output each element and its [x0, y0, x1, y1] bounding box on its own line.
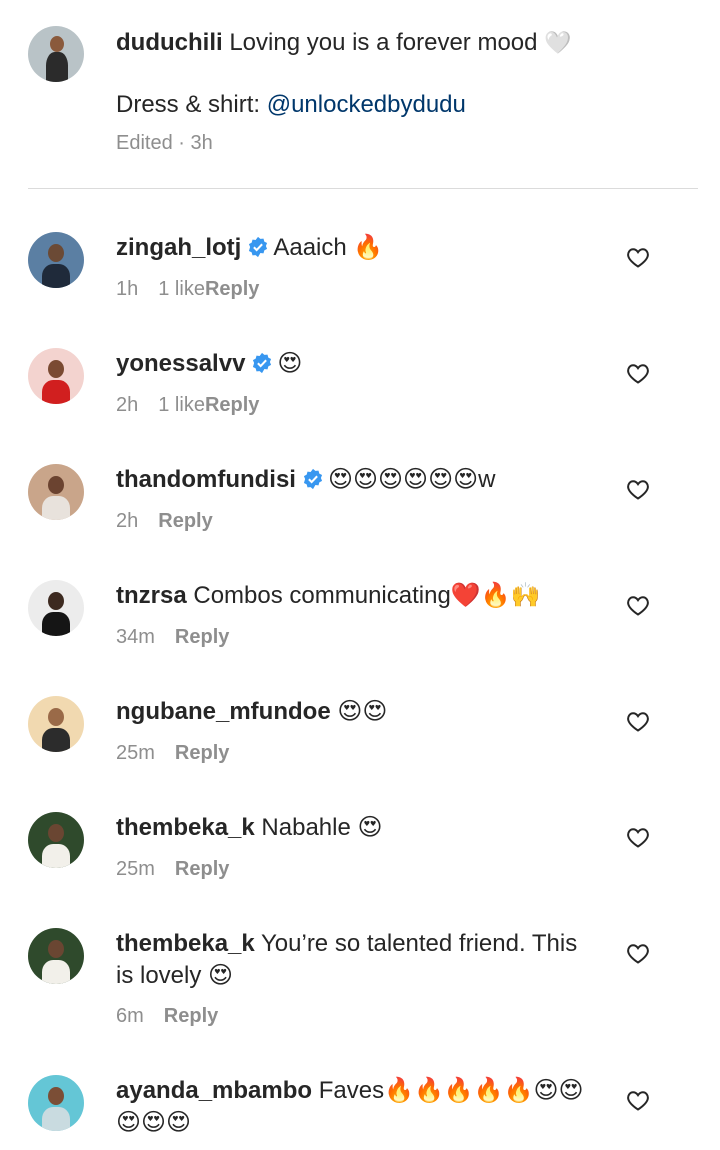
- comment-meta: 25m Reply: [116, 858, 229, 881]
- comment-time: 2h: [116, 510, 139, 532]
- comment-text: thandomfundisi 😍😍😍😍😍😍w: [116, 464, 596, 496]
- divider: [28, 188, 698, 189]
- comment-meta: 2h 1 likeReply: [116, 394, 259, 417]
- comment-row: thandomfundisi 😍😍😍😍😍😍w 2h Reply: [0, 464, 720, 574]
- caption-username[interactable]: duduchili: [116, 29, 223, 56]
- avatar[interactable]: [28, 696, 84, 752]
- comment-time: 2h: [116, 394, 139, 416]
- comment-row: tnzrsa Combos communicating❤️🔥🙌 34m Reply: [0, 580, 720, 690]
- comment-username[interactable]: thandomfundisi: [116, 466, 296, 493]
- comment-row: zingah_lotj Aaaich 🔥 1h 1 likeReply: [0, 232, 720, 342]
- verified-badge-icon: [303, 468, 323, 490]
- heart-outline-icon[interactable]: [626, 362, 650, 384]
- heart-outline-icon[interactable]: [626, 710, 650, 732]
- reply-button[interactable]: Reply: [164, 1005, 218, 1028]
- avatar[interactable]: [28, 348, 84, 404]
- avatar[interactable]: [28, 580, 84, 636]
- comment-username[interactable]: thembeka_k: [116, 930, 255, 957]
- comment-time: 34m: [116, 626, 155, 648]
- comment-username[interactable]: tnzrsa: [116, 582, 187, 609]
- mention-link[interactable]: @unlockedbydudu: [267, 91, 466, 118]
- comment-username[interactable]: zingah_lotj: [116, 234, 241, 261]
- comment-time: 25m: [116, 742, 155, 764]
- comment-username[interactable]: ayanda_mbambo: [116, 1077, 312, 1104]
- comment-row: yonessalvv 😍 2h 1 likeReply: [0, 348, 720, 458]
- comment-row: ngubane_mfundoe 😍😍 25m Reply: [0, 696, 720, 806]
- comment-username[interactable]: ngubane_mfundoe: [116, 698, 331, 725]
- comment-text: tnzrsa Combos communicating❤️🔥🙌: [116, 580, 596, 612]
- comment-meta: 1h 1 likeReply: [116, 278, 259, 301]
- comment-meta: 2h Reply: [116, 510, 213, 533]
- comment-body: Combos communicating❤️🔥🙌: [193, 582, 541, 609]
- comment-meta: 34m Reply: [116, 626, 229, 649]
- comment-row: thembeka_k You’re so talented friend. Th…: [0, 928, 720, 1038]
- caption-meta: Edited · 3h: [116, 132, 213, 154]
- reply-button[interactable]: Reply: [175, 742, 229, 765]
- heart-outline-icon[interactable]: [626, 478, 650, 500]
- comment-row: ayanda_mbambo Faves🔥🔥🔥🔥🔥😍😍😍😍😍: [0, 1075, 720, 1150]
- heart-outline-icon[interactable]: [626, 246, 650, 268]
- avatar[interactable]: [28, 1075, 84, 1131]
- comment-body: 😍😍😍😍😍😍w: [327, 466, 496, 493]
- reply-button[interactable]: Reply: [205, 278, 259, 301]
- heart-outline-icon[interactable]: [626, 826, 650, 848]
- like-count[interactable]: 1 like: [158, 278, 205, 301]
- white-heart-emoji: 🤍: [544, 31, 572, 56]
- caption-text: duduchili Loving you is a forever mood 🤍: [116, 28, 690, 59]
- comment-username[interactable]: thembeka_k: [116, 814, 255, 841]
- comment-text: ayanda_mbambo Faves🔥🔥🔥🔥🔥😍😍😍😍😍: [116, 1075, 596, 1139]
- comment-meta: 6m Reply: [116, 1005, 218, 1028]
- reply-button[interactable]: Reply: [175, 626, 229, 649]
- avatar[interactable]: [28, 26, 84, 82]
- heart-outline-icon[interactable]: [626, 942, 650, 964]
- comment-row: thembeka_k Nabahle 😍 25m Reply: [0, 812, 720, 922]
- heart-outline-icon[interactable]: [626, 594, 650, 616]
- like-count[interactable]: 1 like: [158, 394, 205, 417]
- verified-badge-icon: [249, 236, 268, 258]
- post-caption: duduchili Loving you is a forever mood 🤍…: [0, 0, 720, 190]
- avatar[interactable]: [28, 464, 84, 520]
- caption-credit: Dress & shirt: @unlockedbydudu: [116, 90, 466, 120]
- comment-text: yonessalvv 😍: [116, 348, 596, 380]
- comment-text: ngubane_mfundoe 😍😍: [116, 696, 596, 728]
- reply-button[interactable]: Reply: [205, 394, 259, 417]
- verified-badge-icon: [253, 352, 272, 374]
- comment-text: thembeka_k Nabahle 😍: [116, 812, 596, 844]
- comment-body: 😍😍: [337, 698, 388, 725]
- avatar[interactable]: [28, 812, 84, 868]
- credit-prefix: Dress & shirt:: [116, 91, 267, 118]
- reply-button[interactable]: Reply: [158, 510, 212, 533]
- comment-time: 6m: [116, 1005, 144, 1027]
- caption-body: Loving you is a forever mood: [229, 29, 538, 56]
- heart-outline-icon[interactable]: [626, 1089, 650, 1111]
- comment-time: 25m: [116, 858, 155, 880]
- comment-body: 😍: [277, 350, 303, 377]
- comment-meta: 25m Reply: [116, 742, 229, 765]
- avatar[interactable]: [28, 928, 84, 984]
- comment-username[interactable]: yonessalvv: [116, 350, 245, 377]
- comment-body: Aaaich 🔥: [273, 234, 384, 261]
- comment-body: Nabahle 😍: [261, 814, 383, 841]
- comment-text: thembeka_k You’re so talented friend. Th…: [116, 928, 596, 992]
- avatar[interactable]: [28, 232, 84, 288]
- comment-text: zingah_lotj Aaaich 🔥: [116, 232, 596, 264]
- reply-button[interactable]: Reply: [175, 858, 229, 881]
- comment-time: 1h: [116, 278, 139, 300]
